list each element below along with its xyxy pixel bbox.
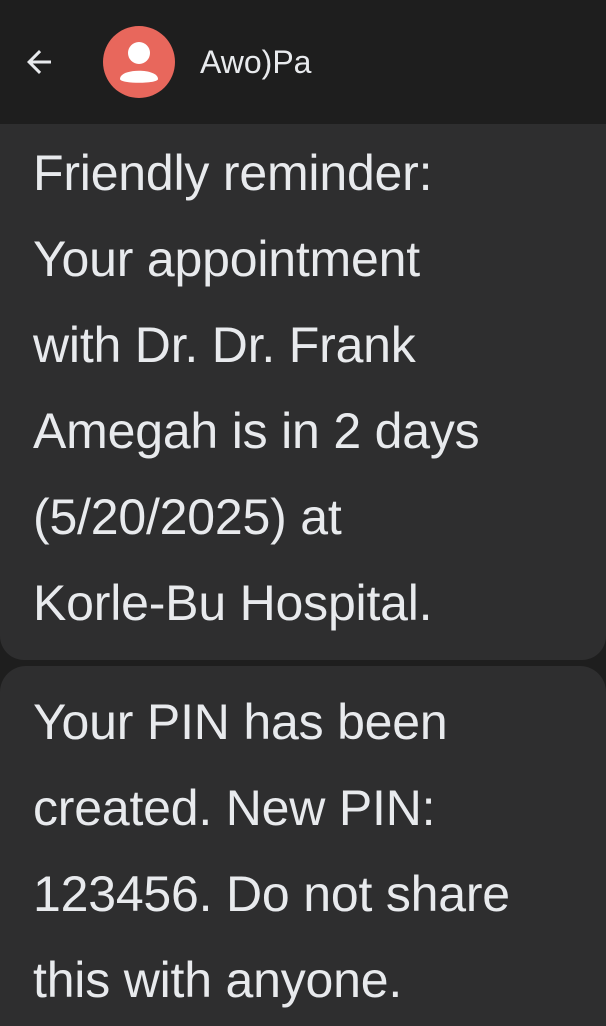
- message-bubble[interactable]: Your PIN has been created. New PIN: 1234…: [0, 666, 606, 1026]
- message-text-line: Korle-Bu Hospital.: [33, 575, 433, 631]
- message-text-line: with Dr. Dr. Frank: [33, 317, 416, 373]
- arrow-left-icon: [27, 50, 51, 74]
- contact-name[interactable]: Awo)Pa: [200, 42, 311, 82]
- message-text-line: Friendly reminder:: [33, 145, 433, 201]
- message-text-line: Your appointment: [33, 231, 420, 287]
- message-text-line: Your PIN has been: [33, 694, 448, 750]
- message-text-line: 123456. Do not share: [33, 866, 510, 922]
- message-text-line: this with anyone.: [33, 952, 403, 1008]
- message-bubble[interactable]: Friendly reminder: Your appointment with…: [0, 124, 606, 660]
- person-icon: [120, 42, 158, 83]
- app-bar: Awo)Pa: [0, 0, 606, 124]
- message-text-line: Amegah is in 2 days: [33, 403, 480, 459]
- back-button[interactable]: [14, 37, 64, 87]
- conversation-screen: Awo)Pa Friendly reminder: Your appointme…: [0, 0, 606, 1026]
- message-text-line: created. New PIN:: [33, 780, 436, 836]
- avatar[interactable]: [103, 26, 175, 98]
- message-text-line: (5/20/2025) at: [33, 489, 342, 545]
